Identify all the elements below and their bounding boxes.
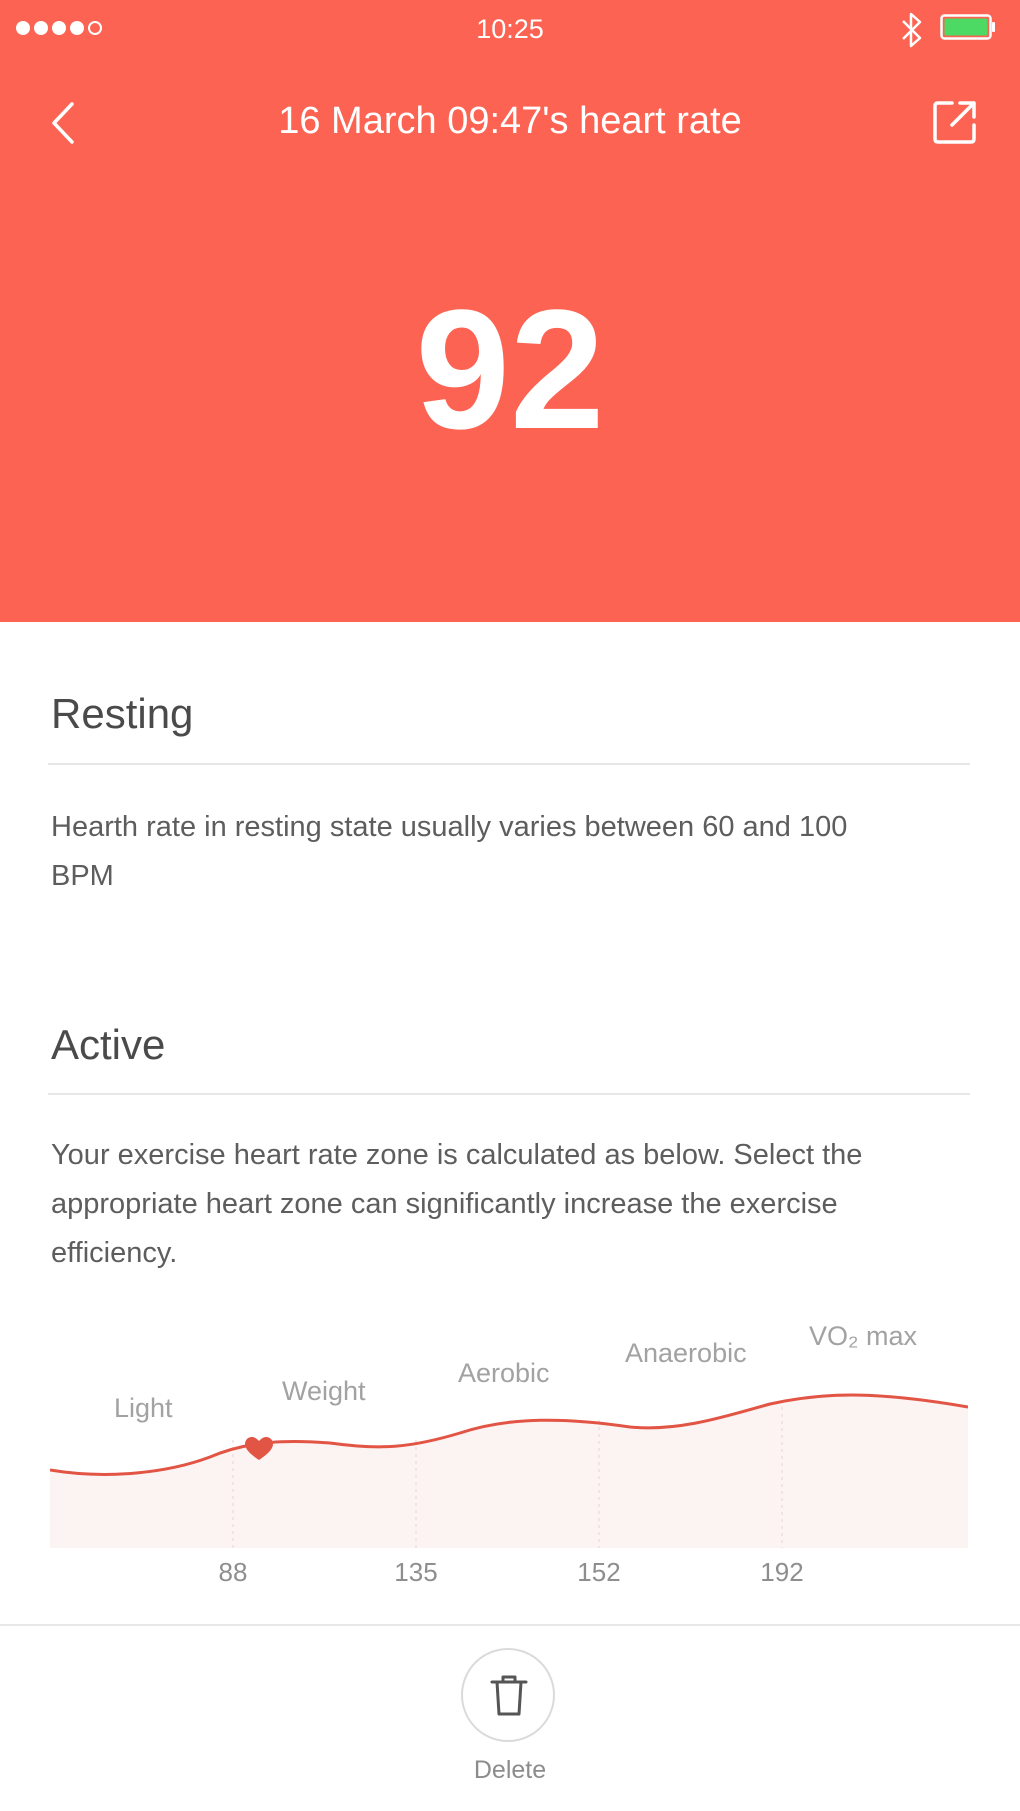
header: 10:25 16 March 09:47's heart rate 92 (0, 0, 1020, 622)
zone-tick: 152 (577, 1557, 621, 1587)
page-title: 16 March 09:47's heart rate (278, 100, 742, 142)
divider (48, 1093, 970, 1095)
active-description: Your exercise heart rate zone is calcula… (51, 1131, 971, 1278)
bluetooth-icon (902, 12, 922, 48)
footer-divider (0, 1624, 1020, 1626)
divider (48, 763, 970, 765)
active-description-line: efficiency. (51, 1237, 178, 1269)
zone-label-vo2max: VO₂ max (809, 1321, 917, 1351)
zone-tick: 192 (760, 1557, 804, 1587)
active-heading: Active (51, 1021, 166, 1068)
heart-rate-value: 92 (415, 275, 605, 465)
resting-heading: Resting (51, 690, 194, 737)
resting-description: Hearth rate in resting state usually var… (51, 803, 971, 901)
delete-button[interactable] (461, 1648, 555, 1742)
zone-area (50, 1395, 968, 1548)
share-button[interactable] (932, 99, 978, 145)
battery-icon (940, 14, 995, 40)
resting-description-line: Hearth rate in resting state usually var… (51, 811, 848, 843)
active-description-line: appropriate heart zone can significantly… (51, 1188, 838, 1220)
zone-tick: 135 (394, 1557, 438, 1587)
trash-icon (490, 1675, 528, 1716)
zone-tick: 88 (218, 1557, 248, 1587)
status-bar: 10:25 (0, 0, 1020, 60)
delete-label: Delete (473, 1756, 547, 1784)
back-button[interactable] (42, 96, 86, 150)
resting-description-line: BPM (51, 860, 114, 892)
active-description-line: Your exercise heart rate zone is calcula… (51, 1139, 863, 1171)
heart-zone-chart (50, 1393, 968, 1548)
status-time: 10:25 (476, 14, 544, 44)
